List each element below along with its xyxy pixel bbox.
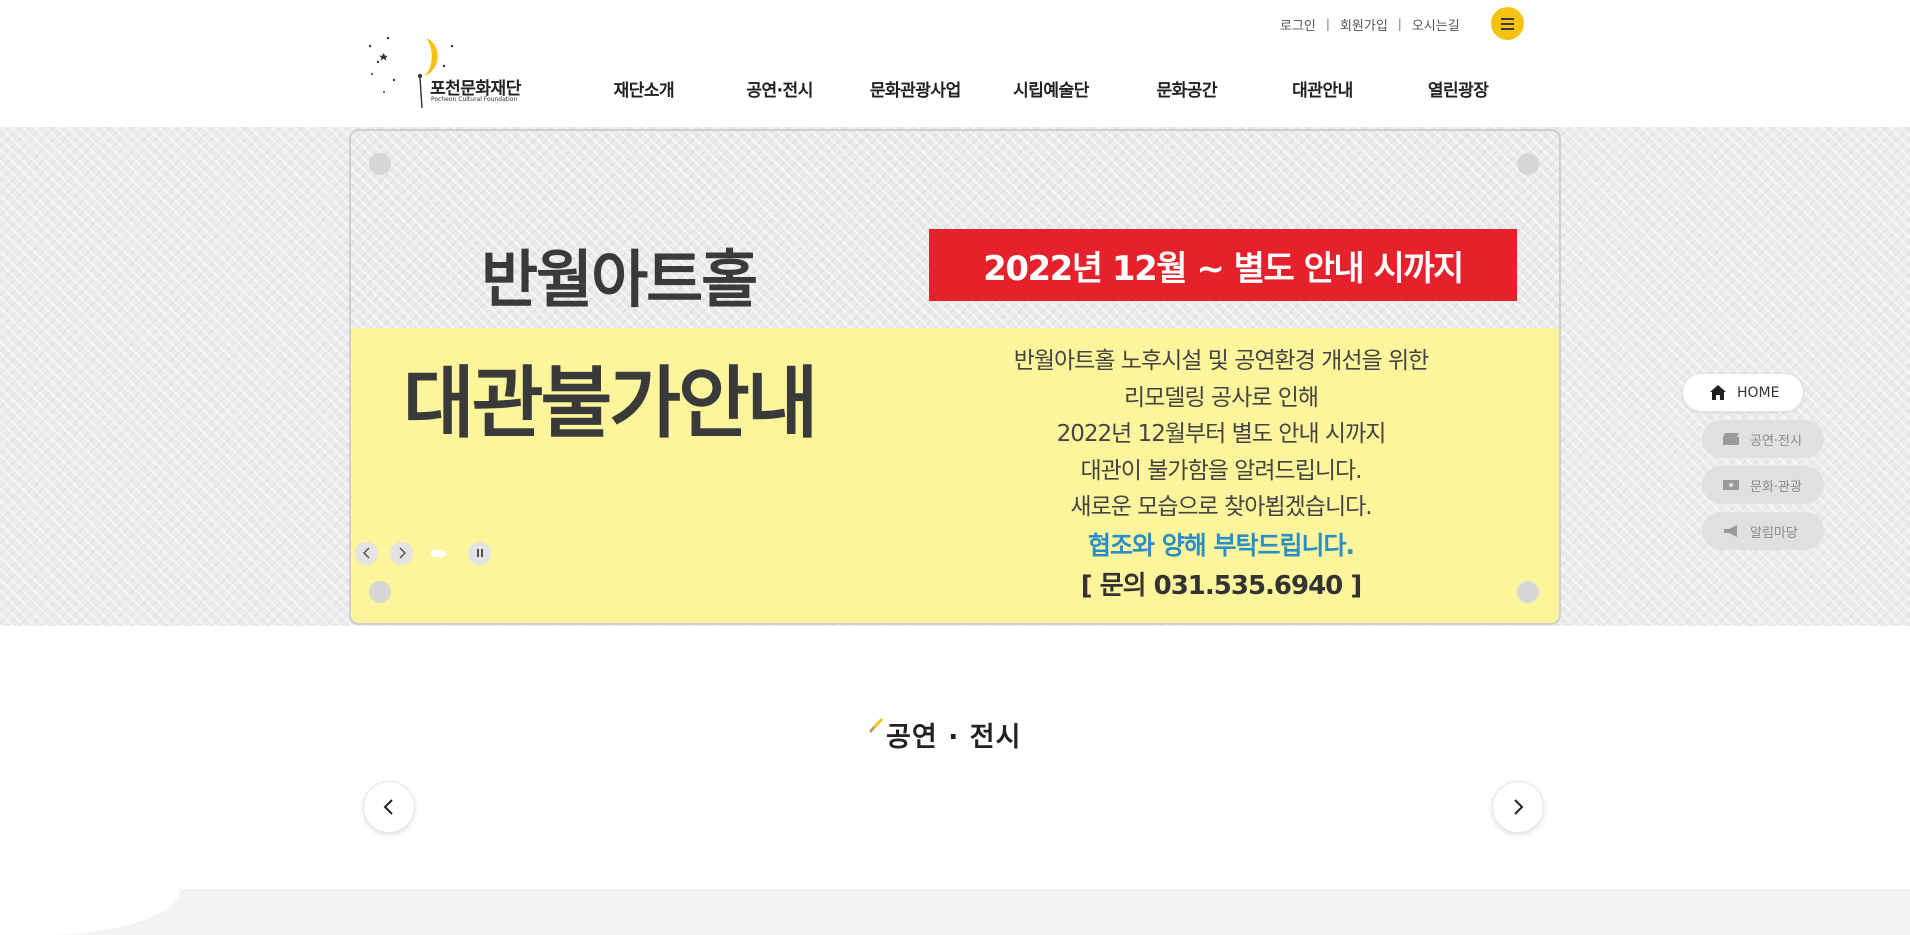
- utility-nav: 로그인 | 회원가입 | 오시는길: [1280, 14, 1460, 34]
- quick-item-performance[interactable]: 공연·전시: [1702, 420, 1824, 458]
- megaphone-icon: [1724, 525, 1737, 537]
- section-next-button[interactable]: [1492, 781, 1544, 833]
- slider-indicator-dot[interactable]: [431, 549, 446, 557]
- hamburger-menu-button[interactable]: [1491, 7, 1524, 40]
- chevron-right-icon: [1514, 799, 1524, 815]
- divider: |: [1325, 17, 1330, 31]
- nav-item-performance[interactable]: 공연·전시: [712, 76, 848, 102]
- home-icon: [1710, 385, 1726, 400]
- hall-name-heading: 반월아트홀: [481, 243, 758, 316]
- main-banner[interactable]: 반월아트홀 2022년 12월 ~ 별도 안내 시까지 대관불가안내 반월아트홀…: [349, 129, 1561, 625]
- bottom-curve-decoration: [0, 889, 180, 935]
- site-header: 로그인 | 회원가입 | 오시는길 포천문화재단 Pocheon Cultura…: [0, 0, 1910, 127]
- quick-item-notice-board[interactable]: 알림마당: [1702, 512, 1824, 550]
- notice-line: 2022년 12월부터 별도 안내 시까지: [1056, 421, 1387, 447]
- notice-line: 반월아트홀 노후시설 및 공연환경 개선을 위한: [1013, 348, 1430, 374]
- menu-icon-bar: [1501, 22, 1514, 25]
- bottom-background-band: [0, 889, 1910, 935]
- quick-item-label: 문화·관광: [1750, 479, 1802, 495]
- menu-icon-bar: [1501, 17, 1514, 20]
- main-nav: 재단소개 공연·전시 문화관광사업 시립예술단 문화공간 대관안내 열린광장: [576, 76, 1526, 102]
- rental-unavailable-heading: 대관불가안내: [403, 359, 819, 449]
- pin-decoration: [1517, 153, 1539, 175]
- logo-subtitle: Pocheon Cultural Foundation: [431, 96, 518, 103]
- slider-next-button[interactable]: [390, 541, 413, 565]
- quick-item-culture-tourism[interactable]: 문화·관광: [1702, 466, 1824, 504]
- section-heading: 공연 · 전시: [868, 714, 1021, 754]
- site-logo[interactable]: 포천문화재단 Pocheon Cultural Foundation: [364, 32, 544, 112]
- login-link[interactable]: 로그인: [1280, 15, 1316, 34]
- chevron-right-icon: [398, 547, 406, 559]
- nav-item-rental[interactable]: 대관안내: [1255, 76, 1391, 102]
- slider-pause-button[interactable]: [468, 541, 491, 565]
- quick-item-label: 알림마당: [1750, 525, 1798, 541]
- pen-icon: [868, 717, 884, 734]
- signup-link[interactable]: 회원가입: [1340, 15, 1388, 34]
- nav-item-tourism[interactable]: 문화관광사업: [847, 76, 983, 102]
- date-notice-box: 2022년 12월 ~ 별도 안내 시까지: [929, 229, 1517, 301]
- notice-line: 리모델링 공사로 인해: [1123, 384, 1319, 411]
- nav-item-open-square[interactable]: 열린광장: [1390, 76, 1526, 102]
- slider-controls: [355, 540, 503, 566]
- chevron-left-icon: [383, 799, 393, 815]
- notice-line: 새로운 모습으로 찾아뵙겠습니다.: [1070, 494, 1372, 520]
- section-title: 공연 · 전시: [886, 721, 1022, 753]
- nav-item-art-troupe[interactable]: 시립예술단: [983, 76, 1119, 102]
- section-prev-button[interactable]: [363, 781, 415, 833]
- nav-item-about[interactable]: 재단소개: [576, 76, 712, 102]
- slider-prev-button[interactable]: [355, 541, 378, 565]
- directions-link[interactable]: 오시는길: [1412, 15, 1460, 34]
- ticket-icon: [1723, 480, 1739, 490]
- notice-text-block: 반월아트홀 노후시설 및 공연환경 개선을 위한 리모델링 공사로 인해 202…: [911, 343, 1531, 606]
- divider: |: [1397, 17, 1402, 31]
- notice-line: 대관이 불가함을 알려드립니다.: [1080, 457, 1362, 484]
- pin-decoration: [369, 153, 391, 175]
- menu-icon-bar: [1501, 27, 1514, 30]
- clapperboard-icon: [1723, 433, 1739, 445]
- pause-icon: [476, 549, 483, 557]
- quick-item-label: 공연·전시: [1750, 433, 1802, 449]
- nav-item-spaces[interactable]: 문화공간: [1119, 76, 1255, 102]
- thanks-line: 협조와 양해 부탁드립니다.: [1088, 530, 1355, 560]
- quick-home-button[interactable]: HOME: [1682, 373, 1804, 412]
- hero-section: 반월아트홀 2022년 12월 ~ 별도 안내 시까지 대관불가안내 반월아트홀…: [0, 127, 1910, 626]
- contact-line: [ 문의 031.535.6940 ]: [1080, 570, 1362, 601]
- chevron-left-icon: [362, 547, 370, 559]
- quick-home-label: HOME: [1737, 384, 1780, 401]
- pin-decoration: [369, 581, 391, 603]
